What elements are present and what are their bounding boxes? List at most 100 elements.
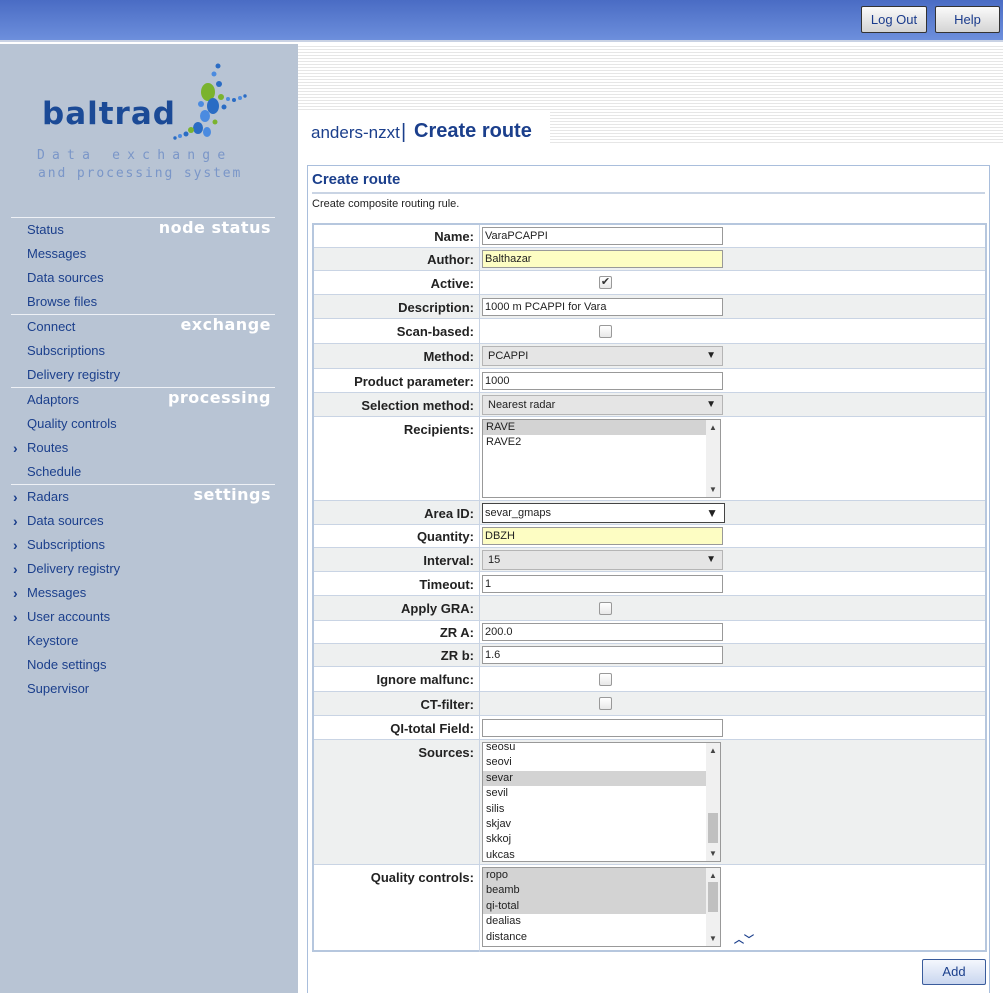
dropdown-arrow-icon: ▼ [706,506,718,520]
scan-based-label: Scan-based: [396,324,474,339]
product-parameter-label: Product parameter: [354,374,474,389]
nav-item-subscriptions[interactable]: › Subscriptions [13,537,105,553]
scroll-down-icon: ▼ [709,849,717,858]
help-button[interactable]: Help [935,6,1000,33]
scrollbar-thumb[interactable] [708,813,718,843]
nav-item-data-sources[interactable]: Data sources [27,270,104,285]
nav-section-node-status: node status [11,217,275,237]
interval-label: Interval: [423,553,474,568]
nav-item-delivery-registry[interactable]: › Delivery registry [13,561,120,577]
list-item[interactable]: RAVE2 [483,435,720,450]
quantity-input[interactable]: DBZH [482,527,723,545]
selection-method-value: Nearest radar [488,399,556,411]
zr-b-input[interactable]: 1.6 [482,646,723,664]
name-input[interactable]: VaraPCAPPI [482,227,723,245]
ignore-malfunc-checkbox[interactable] [599,673,612,686]
add-button[interactable]: Add [922,959,986,985]
zr-a-label: ZR A: [439,625,474,640]
sidebar: baltrad Data exchange and processing sys… [0,44,298,993]
nav-item-keystore[interactable]: Keystore [27,633,78,648]
scrollbar[interactable]: ▲ ▼ [706,743,720,861]
method-select[interactable]: PCAPPI ▼ [482,346,723,366]
product-parameter-input[interactable]: 1000 [482,372,723,390]
chevron-right-icon: › [13,440,18,456]
nav-item-data-sources[interactable]: › Data sources [13,513,104,529]
chevron-right-icon: › [13,561,18,577]
zr-a-input[interactable]: 200.0 [482,623,723,641]
list-item[interactable]: ukcas [483,848,707,861]
apply-gra-label: Apply GRA: [401,601,474,616]
route-form: Name: VaraPCAPPI Author: Balthazar Activ… [312,223,987,952]
quality-controls-list[interactable]: ropo beamb qi-total dealias distance ▲ ▼ [482,867,721,947]
scrollbar[interactable]: ▲ ▼ [706,420,720,497]
nav-item-connect[interactable]: Connect [27,319,75,334]
description-input[interactable]: 1000 m PCAPPI for Vara [482,298,723,316]
nav-item-routes[interactable]: › Routes [13,440,69,456]
qi-total-field-input[interactable] [482,719,723,737]
scroll-up-icon: ▲ [709,871,717,880]
list-item[interactable]: sevar [483,770,707,787]
move-down-icon[interactable]: ﹀ [744,935,754,946]
scrollbar-thumb[interactable] [708,882,718,912]
chevron-right-icon: › [13,537,18,553]
recipients-label: Recipients: [403,422,474,437]
move-up-icon[interactable]: ︿ [734,935,744,946]
logo-tagline: Data exchange [37,148,233,163]
node-name: anders-nzxt [311,123,400,142]
timeout-label: Timeout: [419,577,474,592]
form-row-area-id: Area ID: sevar_gmaps ▼ [314,501,985,525]
form-row-timeout: Timeout: 1 [314,572,985,596]
author-input[interactable]: Balthazar [482,250,723,268]
nav-item-supervisor[interactable]: Supervisor [27,681,89,696]
list-item[interactable]: seovi [483,755,707,770]
panel-title: Create route [312,171,985,194]
form-row-interval: Interval: 15 ▼ [314,548,985,572]
list-item[interactable]: skjav [483,817,707,832]
list-item[interactable]: qi-total [483,898,707,915]
list-item[interactable]: sevil [483,786,707,801]
nav-item-radars[interactable]: › Radars [13,489,69,505]
ct-filter-checkbox[interactable] [599,697,612,710]
apply-gra-checkbox[interactable] [599,602,612,615]
nav-item-messages[interactable]: Messages [27,246,86,261]
list-item[interactable]: skkoj [483,832,707,847]
list-item[interactable]: seosu [483,743,707,755]
chevron-right-icon: › [13,513,18,529]
scroll-up-icon: ▲ [709,423,717,432]
nav-item-subscriptions[interactable]: Subscriptions [27,343,105,358]
form-row-selection-method: Selection method: Nearest radar ▼ [314,393,985,417]
active-checkbox[interactable]: ✔ [599,276,612,289]
list-item[interactable]: dealias [483,914,707,929]
form-row-description: Description: 1000 m PCAPPI for Vara [314,295,985,319]
sources-list[interactable]: seosu seovi sevar sevil silis skjav skko… [482,742,721,862]
nav-item-delivery-registry[interactable]: Delivery registry [27,367,120,382]
nav-item-status[interactable]: Status [27,222,64,237]
list-item[interactable]: distance [483,930,707,945]
recipients-list[interactable]: RAVE RAVE2 ▲ ▼ [482,419,721,498]
selection-method-select[interactable]: Nearest radar ▼ [482,395,723,415]
chevron-right-icon: › [13,609,18,625]
nav-item-node-settings[interactable]: Node settings [27,657,107,672]
nav-item-adaptors[interactable]: Adaptors [27,392,79,407]
nav-item-browse-files[interactable]: Browse files [27,294,97,309]
nav-item-schedule[interactable]: Schedule [27,464,81,479]
interval-select[interactable]: 15 ▼ [482,550,723,570]
logout-button[interactable]: Log Out [861,6,927,33]
nav-item-user-accounts[interactable]: › User accounts [13,609,110,625]
list-item[interactable]: beamb [483,883,707,899]
list-item[interactable]: RAVE [483,420,707,436]
create-route-panel: Create route Create composite routing ru… [307,165,990,993]
zr-b-label: ZR b: [440,648,474,663]
nav-item-messages[interactable]: › Messages [13,585,86,601]
scrollbar[interactable]: ▲ ▼ [706,868,720,946]
description-label: Description: [398,300,474,315]
quality-controls-label: Quality controls: [370,870,474,885]
nav-item-quality-controls[interactable]: Quality controls [27,416,117,431]
nav-item-label: Routes [27,440,69,455]
form-row-scan-based: Scan-based: [314,319,985,344]
scan-based-checkbox[interactable] [599,325,612,338]
list-item[interactable]: silis [483,802,707,817]
timeout-input[interactable]: 1 [482,575,723,593]
area-id-select[interactable]: sevar_gmaps ▼ [482,503,725,523]
list-item[interactable]: ropo [483,868,707,884]
